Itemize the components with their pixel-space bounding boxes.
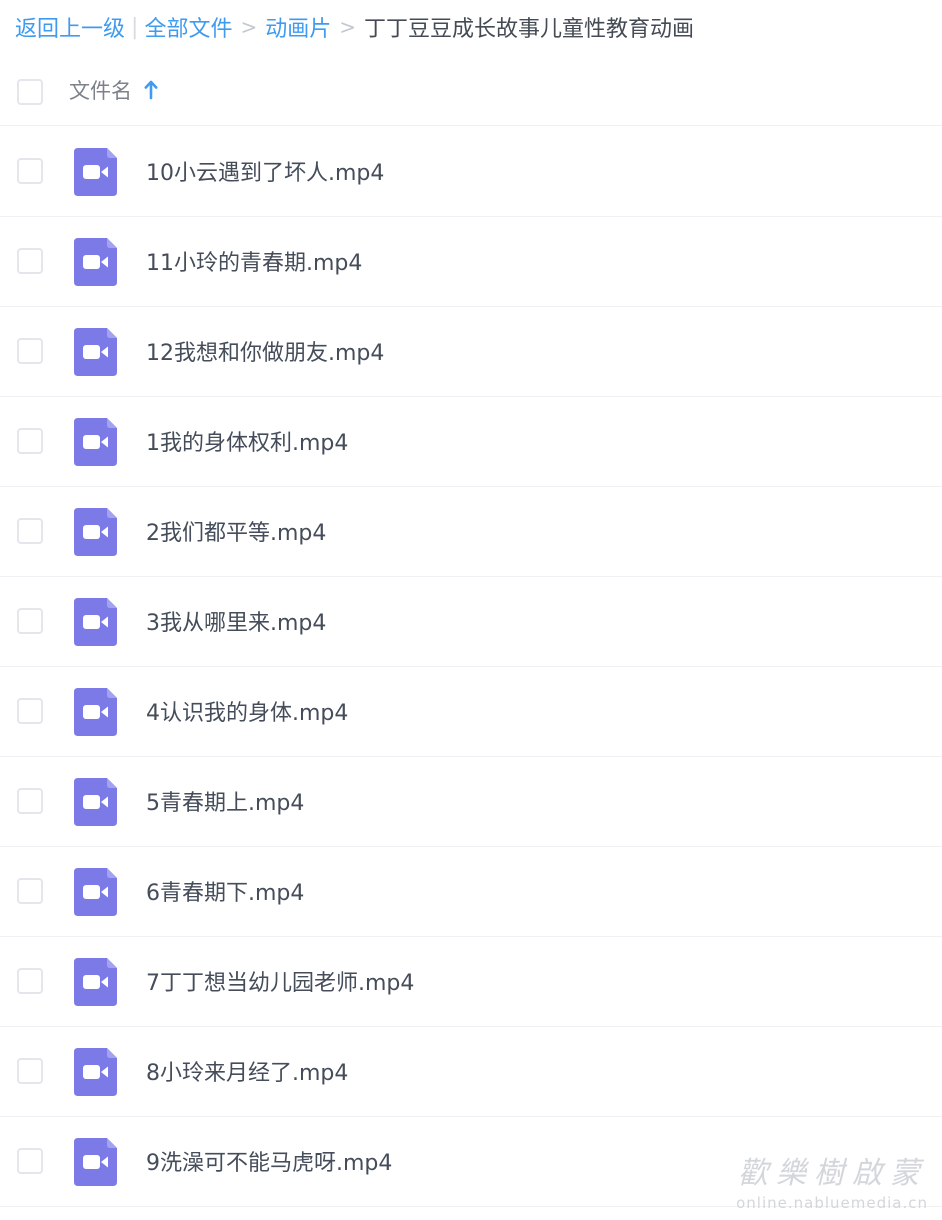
- file-row[interactable]: 5青春期上.mp4: [0, 757, 942, 847]
- video-file-icon[interactable]: [74, 1138, 117, 1186]
- file-row[interactable]: 1我的身体权利.mp4: [0, 397, 942, 487]
- file-name[interactable]: 3我从哪里来.mp4: [146, 605, 326, 637]
- file-name[interactable]: 2我们都平等.mp4: [146, 515, 326, 547]
- file-row[interactable]: 4认识我的身体.mp4: [0, 667, 942, 757]
- file-row[interactable]: 9洗澡可不能马虎呀.mp4: [0, 1117, 942, 1207]
- file-name[interactable]: 12我想和你做朋友.mp4: [146, 335, 384, 367]
- video-file-icon[interactable]: [74, 688, 117, 736]
- file-name[interactable]: 11小玲的青春期.mp4: [146, 245, 362, 277]
- file-row[interactable]: 12我想和你做朋友.mp4: [0, 307, 942, 397]
- breadcrumb-current: 丁丁豆豆成长故事儿童性教育动画: [364, 17, 695, 42]
- file-name[interactable]: 8小玲来月经了.mp4: [146, 1055, 348, 1087]
- file-checkbox[interactable]: [17, 428, 43, 454]
- file-row[interactable]: 10小云遇到了坏人.mp4: [0, 127, 942, 217]
- file-checkbox[interactable]: [17, 248, 43, 274]
- file-name[interactable]: 9洗澡可不能马虎呀.mp4: [146, 1145, 392, 1177]
- arrow-up-icon[interactable]: [144, 79, 158, 101]
- breadcrumb: 返回上一级 | 全部文件 > 动画片 > 丁丁豆豆成长故事儿童性教育动画: [15, 10, 694, 44]
- video-file-icon[interactable]: [74, 418, 117, 466]
- file-checkbox[interactable]: [17, 1058, 43, 1084]
- list-header: 文件名: [0, 56, 942, 126]
- video-file-icon[interactable]: [74, 1048, 117, 1096]
- file-name[interactable]: 6青春期下.mp4: [146, 875, 304, 907]
- file-row[interactable]: 8小玲来月经了.mp4: [0, 1027, 942, 1117]
- file-name[interactable]: 7丁丁想当幼儿园老师.mp4: [146, 965, 414, 997]
- file-row[interactable]: 7丁丁想当幼儿园老师.mp4: [0, 937, 942, 1027]
- video-file-icon[interactable]: [74, 778, 117, 826]
- video-file-icon[interactable]: [74, 958, 117, 1006]
- file-row[interactable]: 2我们都平等.mp4: [0, 487, 942, 577]
- file-checkbox[interactable]: [17, 518, 43, 544]
- video-file-icon[interactable]: [74, 868, 117, 916]
- breadcrumb-separator: >: [240, 15, 258, 39]
- file-row[interactable]: 6青春期下.mp4: [0, 847, 942, 937]
- file-checkbox[interactable]: [17, 968, 43, 994]
- video-file-icon[interactable]: [74, 508, 117, 556]
- file-row[interactable]: 11小玲的青春期.mp4: [0, 217, 942, 307]
- breadcrumb-animation[interactable]: 动画片: [265, 11, 331, 43]
- file-name[interactable]: 4认识我的身体.mp4: [146, 695, 348, 727]
- file-name[interactable]: 10小云遇到了坏人.mp4: [146, 155, 384, 187]
- file-checkbox[interactable]: [17, 158, 43, 184]
- video-file-icon[interactable]: [74, 328, 117, 376]
- breadcrumb-all-files[interactable]: 全部文件: [144, 11, 232, 43]
- back-link[interactable]: 返回上一级: [15, 11, 125, 43]
- video-file-icon[interactable]: [74, 598, 117, 646]
- filename-column-header[interactable]: 文件名: [69, 75, 158, 105]
- file-checkbox[interactable]: [17, 338, 43, 364]
- file-checkbox[interactable]: [17, 698, 43, 724]
- select-all-checkbox[interactable]: [17, 79, 43, 105]
- breadcrumb-separator: >: [339, 15, 356, 39]
- file-row[interactable]: 3我从哪里来.mp4: [0, 577, 942, 667]
- file-checkbox[interactable]: [17, 1148, 43, 1174]
- file-name[interactable]: 5青春期上.mp4: [146, 785, 304, 817]
- video-file-icon[interactable]: [74, 148, 117, 196]
- file-checkbox[interactable]: [17, 608, 43, 634]
- file-name[interactable]: 1我的身体权利.mp4: [146, 425, 348, 457]
- breadcrumb-divider: |: [131, 14, 139, 40]
- filename-column-label: 文件名: [69, 79, 132, 103]
- video-file-icon[interactable]: [74, 238, 117, 286]
- file-checkbox[interactable]: [17, 788, 43, 814]
- file-checkbox[interactable]: [17, 878, 43, 904]
